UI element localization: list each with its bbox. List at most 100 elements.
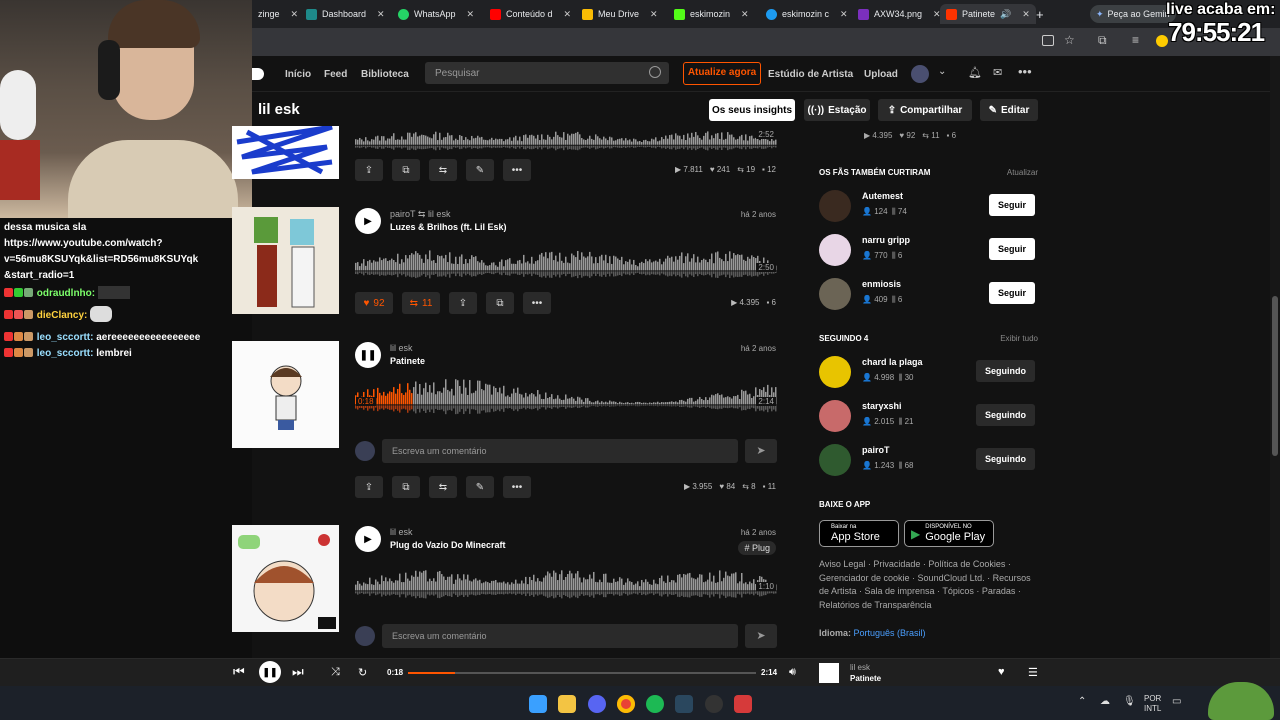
scrollbar-thumb[interactable]: [1272, 296, 1278, 456]
chevron-down-icon[interactable]: ⌄: [938, 66, 946, 77]
search-icon[interactable]: [649, 66, 661, 78]
repost-icon[interactable]: ⇆: [429, 159, 457, 181]
follow-button[interactable]: Seguir: [988, 194, 1035, 216]
close-icon[interactable]: ✕: [741, 9, 749, 20]
copy-icon[interactable]: ⧉: [392, 159, 420, 181]
track-artwork[interactable]: [232, 525, 339, 632]
star-icon[interactable]: ☆: [1064, 33, 1075, 47]
avatar[interactable]: [819, 356, 851, 388]
share-icon[interactable]: ⇪: [449, 292, 477, 314]
folder-icon[interactable]: [558, 695, 576, 713]
google-play-badge[interactable]: ▶ DISPONÍVEL NO Google Play: [904, 520, 994, 547]
volume-icon[interactable]: 🔊︎: [789, 666, 796, 679]
following-button[interactable]: Seguindo: [976, 404, 1035, 426]
send-icon[interactable]: ➤: [745, 624, 777, 648]
app-store-badge[interactable]: Baixar na App Store: [819, 520, 899, 547]
pencil-icon[interactable]: ✎: [466, 159, 494, 181]
send-icon[interactable]: ➤: [745, 439, 777, 463]
close-icon[interactable]: ✕: [840, 9, 848, 20]
waveform[interactable]: [355, 126, 777, 152]
show-all-link[interactable]: Exibir tudo: [1000, 334, 1038, 343]
artist-name[interactable]: staryxshi: [862, 401, 902, 411]
repost-button[interactable]: ⇆ 11: [402, 292, 440, 314]
artist-name[interactable]: chard la plaga: [862, 357, 923, 367]
tray-arrow-icon[interactable]: ⌃: [1078, 696, 1086, 707]
avatar[interactable]: [819, 234, 851, 266]
avatar[interactable]: [819, 444, 851, 476]
soundcloud-logo-icon[interactable]: [252, 68, 264, 80]
previous-icon[interactable]: ⏮: [233, 664, 245, 680]
search-input[interactable]: Pesquisar: [425, 62, 669, 84]
play-button[interactable]: ▶: [355, 208, 381, 234]
browser-tab[interactable]: Dashboard ✕: [300, 4, 391, 24]
chrome-icon[interactable]: [617, 695, 635, 713]
more-icon[interactable]: •••: [503, 159, 531, 181]
waveform[interactable]: [355, 563, 777, 601]
browser-tab-active[interactable]: Patinete 🔊 ✕: [940, 4, 1036, 24]
copy-icon[interactable]: ⧉: [392, 476, 420, 498]
share-button[interactable]: ⇪ Compartilhar: [878, 99, 972, 121]
track-title[interactable]: Plug do Vazio Do Minecraft: [390, 540, 506, 550]
follow-button[interactable]: Seguir: [988, 282, 1035, 304]
progress-bar[interactable]: [408, 672, 756, 674]
close-icon[interactable]: ✕: [1022, 9, 1030, 20]
artist-name[interactable]: pairoT: [862, 445, 890, 455]
following-button[interactable]: Seguindo: [976, 360, 1035, 382]
nav-library[interactable]: Biblioteca: [361, 69, 409, 80]
avatar[interactable]: [911, 65, 929, 83]
following-button[interactable]: Seguindo: [976, 448, 1035, 470]
comment-input[interactable]: Escreva um comentário: [382, 624, 738, 648]
language-selector[interactable]: Idioma: Português (Brasil): [819, 628, 926, 638]
close-icon[interactable]: ✕: [377, 9, 385, 20]
play-button[interactable]: ▶: [355, 526, 381, 552]
now-playing-artwork[interactable]: [819, 663, 839, 683]
record-icon[interactable]: [734, 695, 752, 713]
nav-home[interactable]: Início: [285, 69, 311, 80]
follow-button[interactable]: Seguir: [988, 238, 1035, 260]
refresh-link[interactable]: Atualizar: [1007, 168, 1038, 177]
waveform[interactable]: [355, 243, 777, 281]
artist-name[interactable]: enmiosis: [862, 279, 901, 289]
keyboard-layout[interactable]: POR INTL: [1144, 694, 1161, 714]
browser-tab[interactable]: Meu Drive ✕: [576, 4, 664, 24]
tag-badge[interactable]: # Plug: [738, 541, 776, 555]
mic-icon[interactable]: 🎙︎: [1123, 696, 1136, 707]
queue-icon[interactable]: ☰: [1028, 666, 1038, 679]
browser-tab[interactable]: AXW34.png ✕: [852, 4, 947, 24]
share-icon[interactable]: ⇪: [355, 476, 383, 498]
copy-icon[interactable]: ⧉: [486, 292, 514, 314]
chat-username[interactable]: dieClancy:: [37, 310, 88, 321]
new-tab-button[interactable]: +: [1030, 4, 1050, 24]
track-artwork[interactable]: [232, 126, 339, 179]
footer-links[interactable]: Aviso Legal · Privacidade · Política de …: [819, 558, 1039, 612]
address-bar[interactable]: ☆ ⧉ ≡: [252, 28, 1280, 56]
next-icon[interactable]: ⏭: [292, 664, 304, 680]
track-artwork[interactable]: [232, 207, 339, 314]
close-icon[interactable]: ✕: [291, 9, 299, 20]
spotify-icon[interactable]: [646, 695, 664, 713]
nav-feed[interactable]: Feed: [324, 69, 347, 80]
pencil-icon[interactable]: ✎: [466, 476, 494, 498]
track-artwork[interactable]: [232, 341, 339, 448]
pause-button[interactable]: ❚❚: [355, 342, 381, 368]
insights-button[interactable]: Os seus insights: [709, 99, 795, 121]
repeat-icon[interactable]: ↻: [358, 666, 367, 679]
shuffle-icon[interactable]: ⤨: [331, 666, 340, 679]
now-playing-title[interactable]: Patinete: [850, 674, 881, 683]
browser-tab[interactable]: zinge ✕: [252, 4, 304, 24]
close-icon[interactable]: ✕: [467, 9, 475, 20]
track-title[interactable]: Patinete: [390, 356, 425, 366]
like-button[interactable]: ♥ 92: [355, 292, 393, 314]
upgrade-button[interactable]: Atualize agora: [683, 62, 761, 85]
network-icon[interactable]: ▭: [1172, 696, 1181, 707]
obs-icon[interactable]: [705, 695, 723, 713]
nav-artist-studio[interactable]: Estúdio de Artista: [768, 69, 853, 80]
discord-icon[interactable]: [588, 695, 606, 713]
waveform[interactable]: [355, 377, 777, 415]
language-value[interactable]: Português (Brasil): [854, 628, 926, 638]
track-user[interactable]: pairoT ⇆ lil esk: [390, 209, 450, 220]
track-user[interactable]: lil esk: [390, 343, 413, 353]
more-icon[interactable]: •••: [523, 292, 551, 314]
extensions-icon[interactable]: ⧉: [1098, 33, 1107, 48]
install-icon[interactable]: [1042, 35, 1054, 46]
